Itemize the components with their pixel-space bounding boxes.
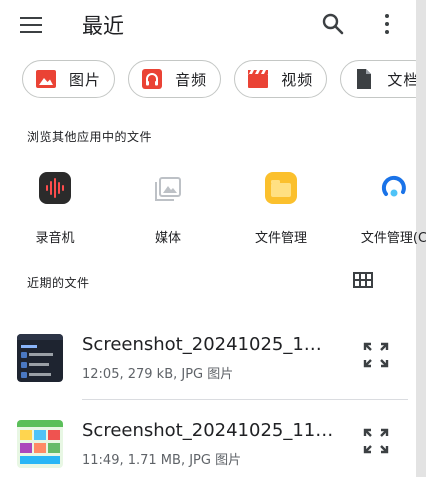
menu-icon[interactable]: [20, 14, 42, 34]
other-apps-row: 录音机 媒体 文件管理 文件管理(C: [0, 168, 426, 248]
app-file-manager[interactable]: 文件管理: [226, 168, 336, 246]
movie-clapper-icon: [248, 70, 269, 88]
file-manager-folder-icon: [265, 172, 297, 204]
file-meta: 12:05, 279 kB, JPG 图片: [82, 367, 234, 382]
colorful-screenshot-thumbnail: [17, 420, 63, 468]
chip-label: 文档: [387, 70, 416, 89]
chip-label: 图片: [69, 70, 102, 89]
page-title: 最近: [82, 14, 124, 38]
file-name: Screenshot_20241025_11…: [82, 420, 332, 441]
file-list-item[interactable]: Screenshot_20241025_1… 12:05, 279 kB, JP…: [0, 334, 416, 404]
media-icon: [155, 177, 181, 201]
recent-files-heading: 近期的文件: [27, 276, 90, 290]
chip-label: 音频: [175, 70, 208, 89]
expand-icon[interactable]: [363, 428, 389, 454]
more-vert-icon[interactable]: [380, 12, 394, 36]
app-file-manager-c[interactable]: 文件管理(C: [339, 168, 426, 246]
chip-audio[interactable]: 音频: [128, 60, 222, 98]
file-meta: 11:49, 1.71 MB, JPG 图片: [82, 453, 242, 468]
file-manager-c-icon: [381, 175, 406, 197]
app-label: 文件管理: [254, 231, 307, 246]
chip-videos[interactable]: 视频: [234, 60, 328, 98]
browse-other-apps-heading: 浏览其他应用中的文件: [27, 130, 153, 144]
app-media[interactable]: 媒体: [113, 168, 223, 246]
filter-chips: 图片 音频 视频 文档: [22, 60, 416, 98]
top-app-bar: 最近: [0, 0, 416, 50]
app-label: 录音机: [35, 231, 75, 246]
chip-images[interactable]: 图片: [22, 60, 116, 98]
chip-label: 视频: [281, 70, 314, 89]
search-icon[interactable]: [320, 11, 346, 37]
headphones-icon: [142, 69, 163, 89]
file-list-item[interactable]: Screenshot_20241025_11… 11:49, 1.71 MB, …: [0, 420, 416, 477]
chip-documents[interactable]: 文档: [340, 60, 416, 98]
document-icon: [357, 69, 372, 89]
image-icon: [36, 70, 56, 88]
dark-screenshot-thumbnail: [17, 334, 63, 382]
divider: [82, 399, 408, 400]
app-label: 媒体: [154, 231, 181, 246]
file-name: Screenshot_20241025_1…: [82, 334, 322, 355]
app-label: 文件管理(C: [360, 231, 426, 246]
app-voice-recorder[interactable]: 录音机: [0, 168, 110, 246]
grid-view-icon[interactable]: [353, 272, 373, 288]
expand-icon[interactable]: [363, 342, 389, 368]
voice-recorder-icon: [39, 172, 71, 204]
